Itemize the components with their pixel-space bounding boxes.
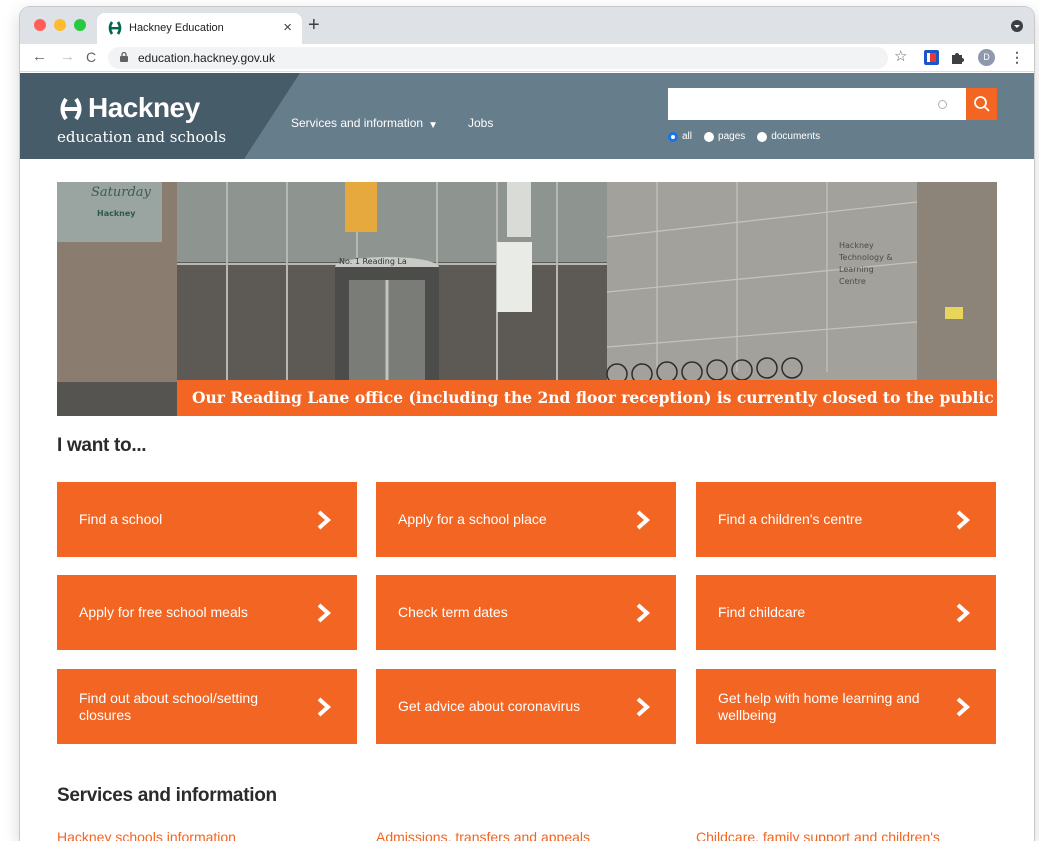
browser-tab[interactable]: Hackney Education × <box>97 13 302 44</box>
action-home-learning-wellbeing[interactable]: Get help with home learning and wellbein… <box>696 669 996 744</box>
action-label: Get advice about coronavirus <box>398 698 581 714</box>
building-sign-line-2: Technology & <box>838 253 893 262</box>
chevron-right-icon <box>636 510 650 530</box>
close-window-button[interactable] <box>34 19 46 31</box>
search-scope-documents-label: documents <box>771 131 821 142</box>
building-sign-line-1: Hackney <box>839 241 874 250</box>
search-icon <box>974 96 990 112</box>
chevron-right-icon <box>956 510 970 530</box>
chevron-right-icon <box>636 697 650 717</box>
close-tab-icon[interactable]: × <box>283 19 292 37</box>
chevron-right-icon <box>317 697 331 717</box>
chevron-right-icon <box>636 603 650 623</box>
action-school-closures[interactable]: Find out about school/setting closures <box>57 669 357 744</box>
building-sign-line-4: Centre <box>839 277 866 286</box>
link-hackney-schools-information[interactable]: Hackney schools information <box>57 829 236 841</box>
poster-hackney-text: Hackney <box>97 209 136 218</box>
chevron-right-icon <box>317 510 331 530</box>
search-scope-all-label: all <box>682 131 693 142</box>
search-scope-documents[interactable]: documents <box>757 131 820 142</box>
nav-jobs[interactable]: Jobs <box>468 116 493 130</box>
browser-window: Hackney Education × + ← → C education.ha… <box>20 7 1034 841</box>
action-label: Check term dates <box>398 604 508 620</box>
forward-arrow-icon[interactable]: → <box>60 48 75 66</box>
action-find-childcare[interactable]: Find childcare <box>696 575 996 650</box>
hackney-favicon-icon <box>108 21 122 35</box>
profile-avatar[interactable]: D <box>978 49 995 66</box>
search-button[interactable] <box>966 88 997 120</box>
action-label: Find childcare <box>718 604 806 620</box>
minimize-window-button[interactable] <box>54 19 66 31</box>
link-admissions-transfers-appeals[interactable]: Admissions, transfers and appeals <box>376 829 590 841</box>
maximize-window-button[interactable] <box>74 19 86 31</box>
door-sign-text: No. 1 Reading La <box>339 257 407 266</box>
action-label: Find a children's centre <box>718 511 863 527</box>
hero-banner[interactable]: Saturday Hackney No. 1 Reading La Hackne… <box>57 182 997 416</box>
action-label: Find out about school/setting closures <box>79 689 259 723</box>
radio-icon <box>757 131 768 142</box>
site-header: Hackney education and schools Services a… <box>20 73 1034 159</box>
search-scope-pages[interactable]: pages <box>704 131 745 142</box>
action-label: Find a school <box>79 511 163 527</box>
action-label: Apply for a school place <box>398 511 547 527</box>
back-arrow-icon[interactable]: ← <box>32 48 47 66</box>
logo-panel[interactable]: Hackney education and schools <box>20 73 300 159</box>
action-apply-free-school-meals[interactable]: Apply for free school meals <box>57 575 357 650</box>
chevron-right-icon <box>956 603 970 623</box>
i-want-to-heading: I want to... <box>57 435 147 456</box>
action-coronavirus-advice[interactable]: Get advice about coronavirus <box>376 669 676 744</box>
nav-services-and-information[interactable]: Services and information ▼ <box>291 116 438 131</box>
action-label: Apply for free school meals <box>79 604 248 620</box>
chevron-down-icon: ▼ <box>428 120 438 131</box>
action-find-a-school[interactable]: Find a school <box>57 482 357 557</box>
action-label: Get help with home learning and wellbein… <box>718 689 920 723</box>
hackney-logo-icon <box>60 97 82 121</box>
action-apply-for-school-place[interactable]: Apply for a school place <box>376 482 676 557</box>
browser-toolbar: ← → C education.hackney.gov.uk ☆ D ⋮ <box>20 44 1034 72</box>
chevron-right-icon <box>956 697 970 717</box>
lock-icon <box>120 52 128 62</box>
radio-icon <box>704 131 715 142</box>
hero-caption[interactable]: Our Reading Lane office (including the 2… <box>177 380 997 416</box>
action-check-term-dates[interactable]: Check term dates <box>376 575 676 650</box>
radio-checked-icon <box>668 131 678 142</box>
search-scope-all[interactable]: all <box>668 131 692 142</box>
poster-saturday-text: Saturday <box>91 185 152 200</box>
link-childcare-family-support[interactable]: Childcare, family support and children's <box>696 829 940 841</box>
action-find-childrens-centre[interactable]: Find a children's centre <box>696 482 996 557</box>
extension-icon[interactable] <box>924 50 939 65</box>
tab-strip: Hackney Education × + <box>20 7 1034 44</box>
search-scope-pages-label: pages <box>718 131 746 142</box>
url-text: education.hackney.gov.uk <box>138 51 275 65</box>
address-bar[interactable]: education.hackney.gov.uk <box>108 47 888 69</box>
nav-services-label: Services and information <box>291 116 424 130</box>
search-input[interactable] <box>668 88 966 120</box>
kebab-menu-icon[interactable]: ⋮ <box>1010 48 1024 66</box>
new-tab-button[interactable]: + <box>308 15 320 35</box>
puzzle-icon[interactable] <box>950 50 965 65</box>
building-sign-line-3: Learning <box>839 265 874 274</box>
chevron-right-icon <box>317 603 331 623</box>
star-icon[interactable]: ☆ <box>894 48 907 66</box>
logo-wordmark: Hackney <box>88 92 200 123</box>
search-scope-options: all pages documents <box>668 131 832 142</box>
tab-title: Hackney Education <box>129 22 224 34</box>
search-clear-icon[interactable] <box>938 100 947 109</box>
logo-subtitle: education and schools <box>57 128 227 146</box>
reload-icon[interactable]: C <box>86 48 96 66</box>
services-heading: Services and information <box>57 785 277 806</box>
tab-search-icon[interactable] <box>1011 20 1023 32</box>
